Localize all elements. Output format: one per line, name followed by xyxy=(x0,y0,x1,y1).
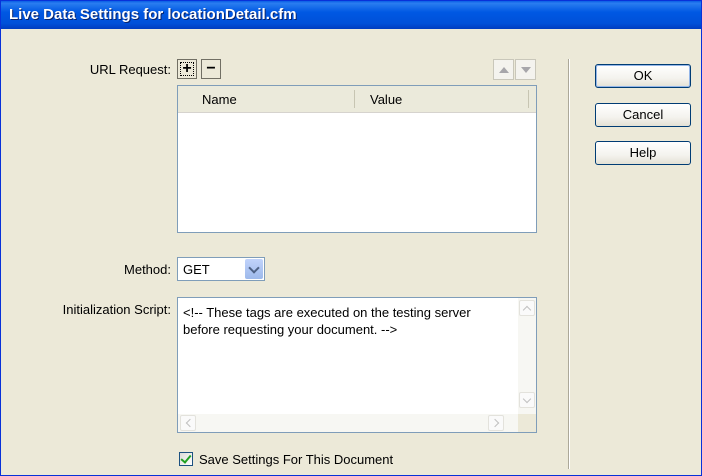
cancel-button[interactable]: Cancel xyxy=(595,103,691,127)
column-divider[interactable] xyxy=(354,90,355,108)
scroll-right-button[interactable] xyxy=(488,415,504,431)
initialization-script-content: <!-- These tags are executed on the test… xyxy=(183,305,471,337)
url-request-list[interactable]: Name Value xyxy=(177,85,537,233)
list-header: Name Value xyxy=(178,86,536,113)
ok-button[interactable]: OK xyxy=(595,64,691,88)
plus-icon: + xyxy=(182,60,192,77)
vertical-separator xyxy=(568,59,570,469)
chevron-down-icon xyxy=(248,261,260,274)
arrow-up-icon xyxy=(498,66,509,73)
checkmark-icon xyxy=(180,452,192,464)
url-request-label: URL Request: xyxy=(89,62,171,77)
add-parameter-button[interactable]: + xyxy=(177,59,197,79)
remove-parameter-button[interactable]: − xyxy=(201,59,221,79)
scroll-down-button[interactable] xyxy=(519,392,535,408)
scrollbar-corner xyxy=(518,414,536,432)
initialization-script-label: Initialization Script: xyxy=(62,302,171,317)
move-down-button[interactable] xyxy=(515,59,536,80)
scroll-right-icon xyxy=(490,418,499,428)
horizontal-scrollbar[interactable] xyxy=(178,414,518,432)
save-settings-label[interactable]: Save Settings For This Document xyxy=(199,452,393,467)
minus-icon: − xyxy=(206,60,216,77)
column-divider[interactable] xyxy=(528,90,529,108)
save-settings-checkbox[interactable] xyxy=(179,452,193,466)
column-header-value[interactable]: Value xyxy=(370,92,402,107)
help-button[interactable]: Help xyxy=(595,141,691,165)
initialization-script-textarea[interactable]: <!-- These tags are executed on the test… xyxy=(177,297,537,433)
dropdown-button[interactable] xyxy=(245,259,263,279)
scroll-up-button[interactable] xyxy=(519,300,535,316)
method-value: GET xyxy=(183,262,210,277)
move-up-button[interactable] xyxy=(493,59,514,80)
method-label: Method: xyxy=(124,262,171,277)
live-data-settings-dialog: Live Data Settings for locationDetail.cf… xyxy=(0,0,702,476)
scroll-left-icon xyxy=(185,418,194,428)
title-bar[interactable]: Live Data Settings for locationDetail.cf… xyxy=(1,1,701,29)
column-header-name[interactable]: Name xyxy=(202,92,237,107)
scroll-up-icon xyxy=(522,305,532,314)
method-select[interactable]: GET xyxy=(177,257,265,281)
vertical-scrollbar[interactable] xyxy=(518,298,536,414)
arrow-down-icon xyxy=(520,66,531,73)
scroll-down-icon xyxy=(522,394,532,403)
dialog-title: Live Data Settings for locationDetail.cf… xyxy=(9,6,297,23)
scroll-left-button[interactable] xyxy=(180,415,196,431)
